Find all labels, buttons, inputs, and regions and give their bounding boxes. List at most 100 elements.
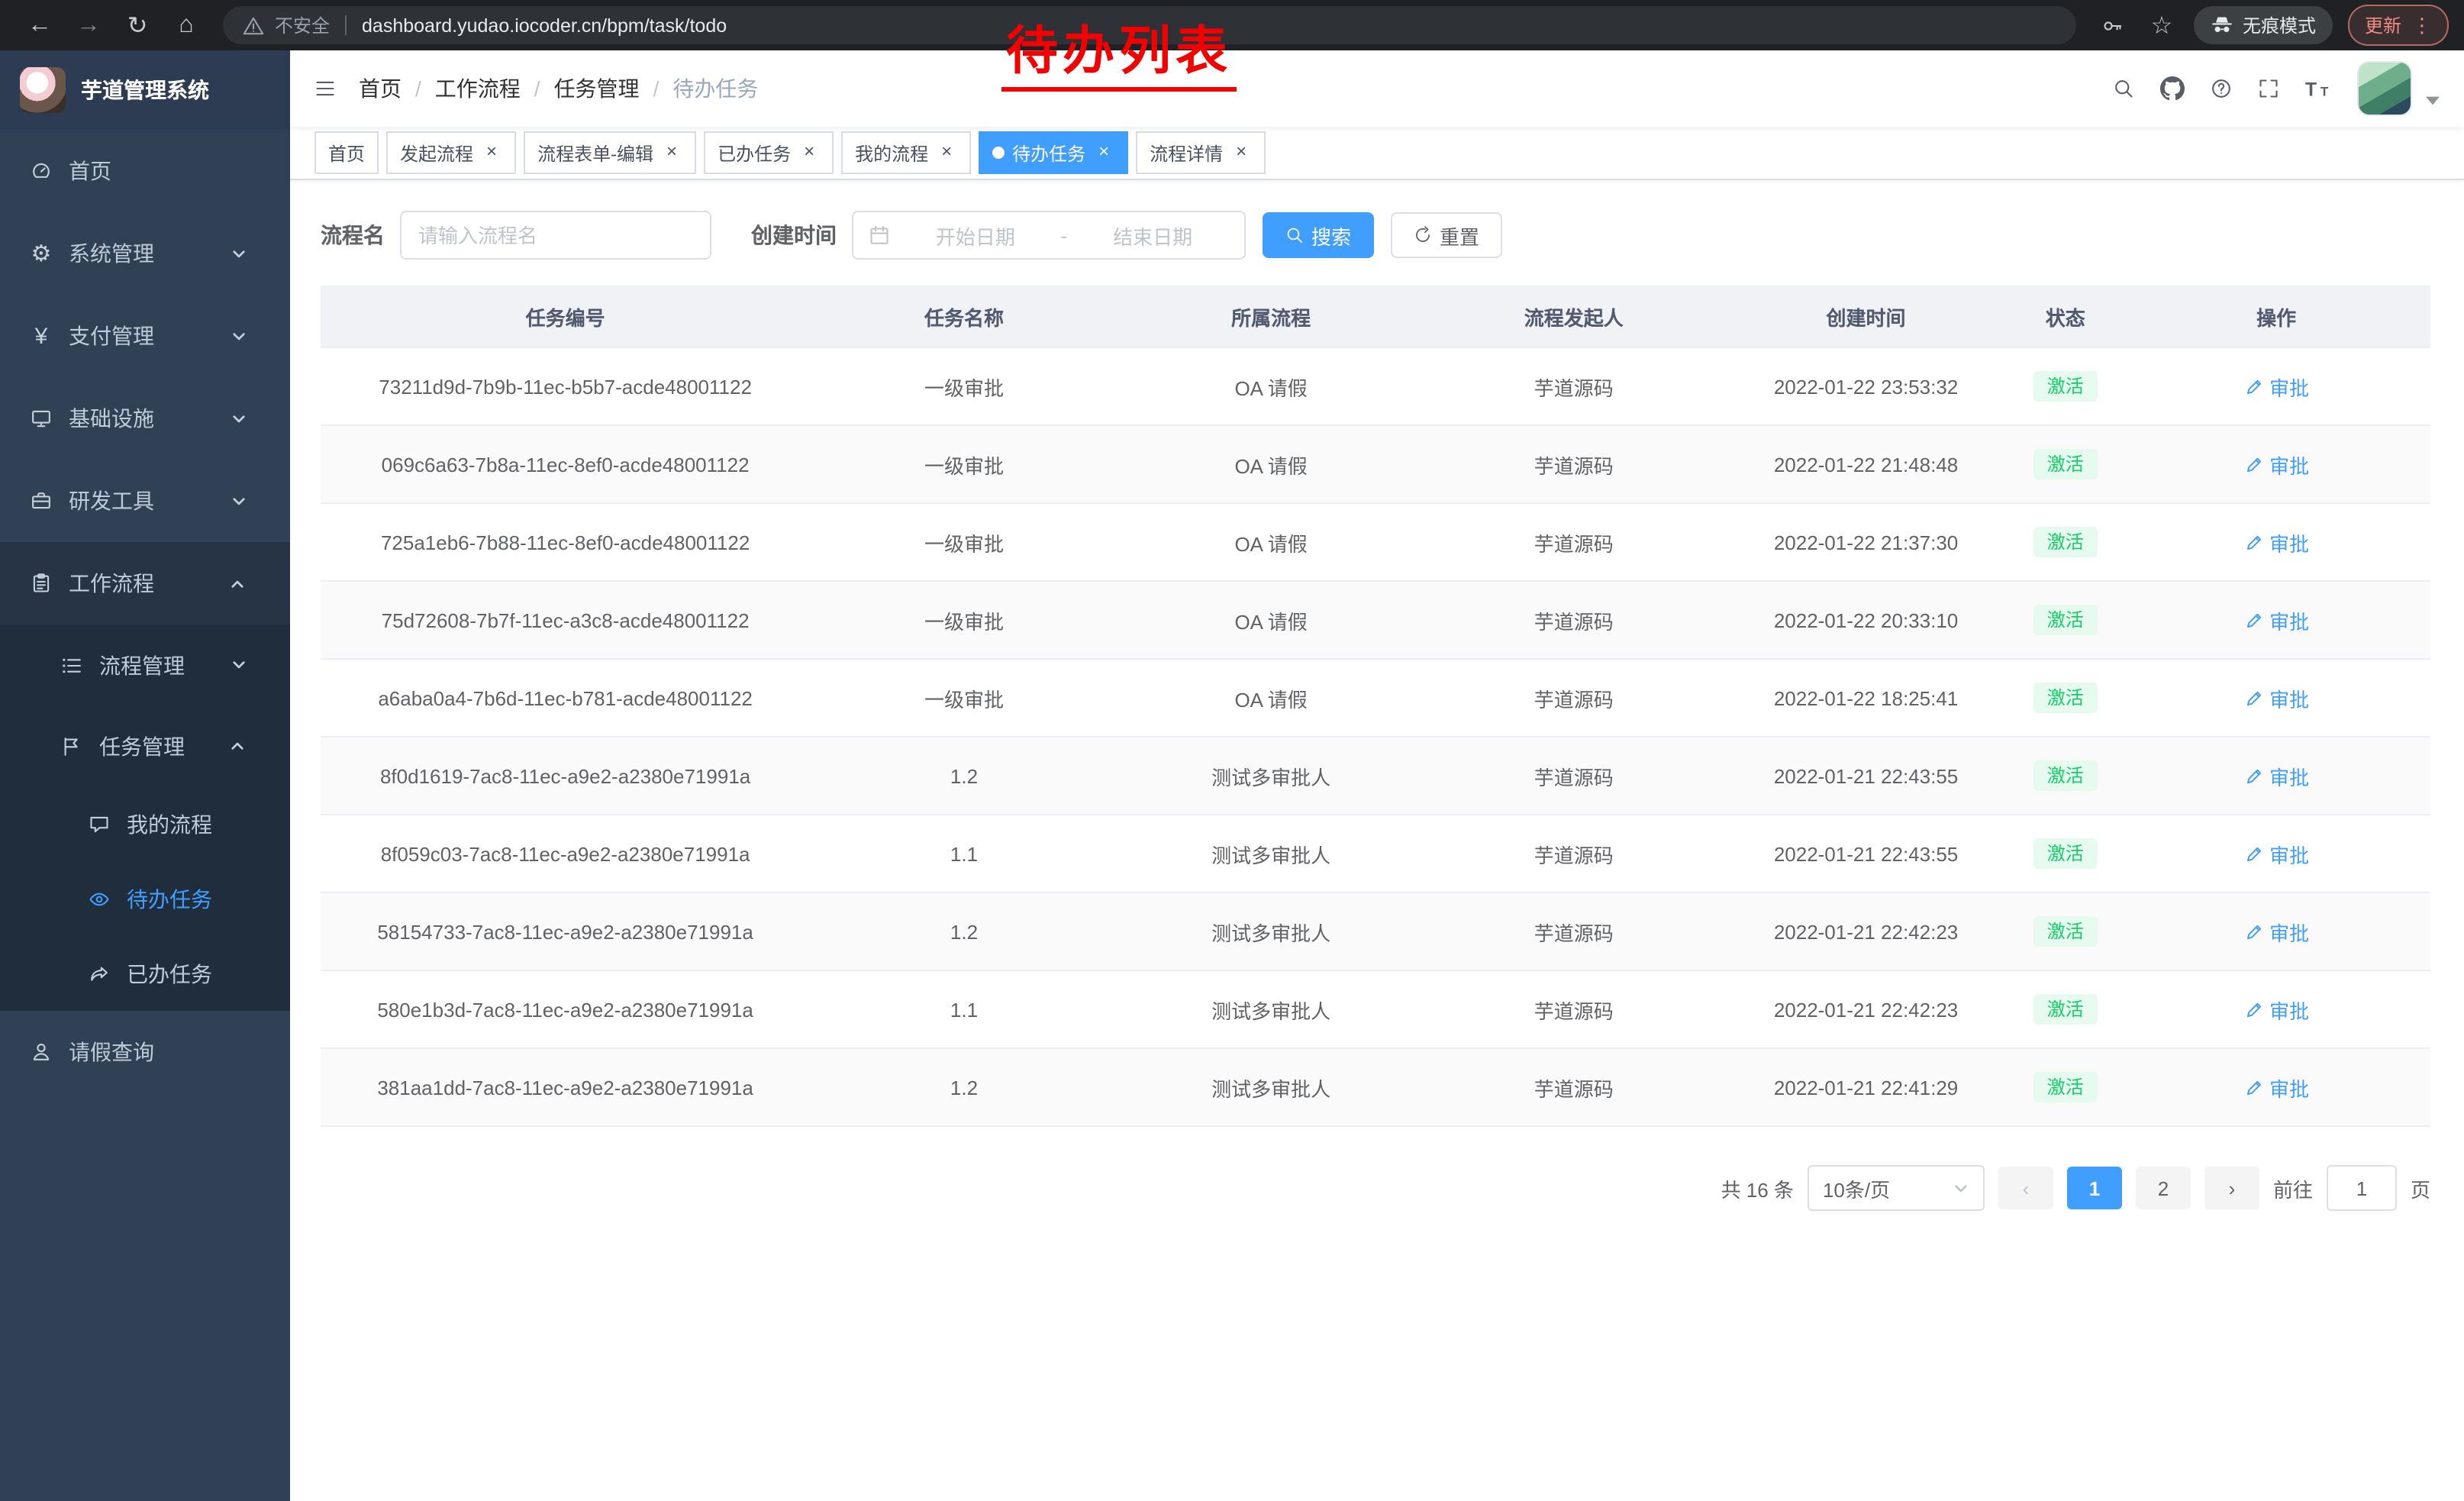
key-icon[interactable] — [2093, 5, 2133, 45]
status-badge: 激活 — [2033, 683, 2098, 714]
approve-link[interactable]: 审批 — [2243, 683, 2309, 712]
sidebar-item-task-mgmt[interactable]: 任务管理 — [0, 705, 290, 786]
sidebar-item-label: 工作流程 — [69, 568, 224, 599]
back-icon[interactable]: ← — [20, 5, 60, 45]
tab-process-detail[interactable]: 流程详情× — [1136, 131, 1266, 174]
process-name-input[interactable] — [400, 211, 711, 260]
cell-initiator: 芋道源码 — [1424, 581, 1724, 659]
status-badge: 激活 — [2033, 760, 2098, 792]
page-button-1[interactable]: 1 — [2067, 1167, 2122, 1209]
forward-icon[interactable]: → — [69, 5, 108, 45]
table-row: 381aa1dd-7ac8-11ec-a9e2-a2380e71991a1.2测… — [321, 1048, 2430, 1126]
tab-label: 已办任务 — [718, 140, 791, 166]
tab-label: 我的流程 — [855, 140, 928, 166]
tab-form-edit[interactable]: 流程表单-编辑× — [524, 131, 696, 174]
breadcrumb: 首页/工作流程/任务管理/待办任务 — [359, 73, 758, 104]
cell-initiator: 芋道源码 — [1424, 815, 1724, 893]
close-icon[interactable]: × — [1093, 142, 1114, 163]
pagination: 共 16 条 10条/页 ‹ 12 › 前往 页 — [321, 1165, 2430, 1211]
cell-process: 测试多审批人 — [1118, 1048, 1424, 1126]
approve-link[interactable]: 审批 — [2243, 605, 2309, 634]
approve-link[interactable]: 审批 — [2243, 1073, 2309, 1102]
page-suffix: 页 — [2411, 1173, 2430, 1202]
reload-icon[interactable]: ↻ — [118, 5, 157, 45]
sidebar-item-devtools[interactable]: 研发工具 — [0, 460, 290, 542]
status-badge: 激活 — [2033, 527, 2098, 558]
approve-link[interactable]: 审批 — [2243, 528, 2309, 557]
prev-page-button[interactable]: ‹ — [1998, 1167, 2053, 1209]
search-button-label: 搜索 — [1311, 221, 1351, 250]
reset-button[interactable]: 重置 — [1391, 212, 1502, 258]
bookmark-star-icon[interactable]: ☆ — [2142, 5, 2182, 45]
status-badge: 激活 — [2033, 838, 2098, 870]
hamburger-icon[interactable] — [314, 78, 336, 99]
font-size-icon[interactable]: TT — [2305, 78, 2331, 99]
update-button[interactable]: 更新 ⋮ — [2348, 5, 2449, 46]
close-icon[interactable]: × — [1230, 142, 1252, 163]
github-icon[interactable] — [2160, 76, 2185, 101]
approve-link[interactable]: 审批 — [2243, 372, 2309, 401]
approve-link[interactable]: 审批 — [2243, 761, 2309, 790]
approve-label: 审批 — [2269, 839, 2309, 868]
cell-created: 2022-01-22 20:33:10 — [1724, 581, 2008, 659]
logo[interactable]: 芋道管理系统 — [0, 50, 290, 130]
sidebar-item-label: 支付管理 — [69, 321, 224, 351]
avatar-caret-icon[interactable] — [2426, 96, 2440, 105]
tab-home[interactable]: 首页 — [314, 131, 379, 174]
dashboard-icon — [27, 160, 55, 182]
status-badge: 激活 — [2033, 605, 2098, 636]
sidebar-item-workflow[interactable]: 工作流程 — [0, 542, 290, 625]
search-icon[interactable] — [2113, 78, 2134, 99]
svg-text:T: T — [2305, 79, 2317, 99]
edit-icon — [2243, 766, 2263, 786]
sidebar-item-done-tasks[interactable]: 已办任务 — [0, 936, 290, 1011]
date-range-picker[interactable]: 开始日期 - 结束日期 — [852, 211, 1246, 260]
approve-label: 审批 — [2269, 917, 2309, 946]
home-icon[interactable]: ⌂ — [166, 5, 206, 45]
search-button[interactable]: 搜索 — [1263, 212, 1374, 258]
column-header: 状态 — [2008, 286, 2122, 347]
breadcrumb-item[interactable]: 工作流程 — [435, 73, 521, 104]
approve-link[interactable]: 审批 — [2243, 995, 2309, 1024]
cell-id: 069c6a63-7b8a-11ec-8ef0-acde48001122 — [321, 425, 810, 503]
close-icon[interactable]: × — [936, 142, 957, 163]
sidebar-item-payment[interactable]: ¥支付管理 — [0, 295, 290, 377]
sidebar-item-infrastructure[interactable]: 基础设施 — [0, 377, 290, 460]
sidebar-item-my-process[interactable]: 我的流程 — [0, 786, 290, 861]
tab-label: 发起流程 — [400, 140, 473, 166]
tab-done-tasks[interactable]: 已办任务 × — [704, 131, 834, 174]
approve-link[interactable]: 审批 — [2243, 917, 2309, 946]
close-icon[interactable]: × — [798, 142, 820, 163]
cell-action: 审批 — [2122, 815, 2430, 893]
tab-my-process[interactable]: 我的流程 × — [841, 131, 971, 174]
cell-process: OA 请假 — [1118, 503, 1424, 581]
tab-launch-process[interactable]: 发起流程 × — [386, 131, 516, 174]
close-icon[interactable]: × — [661, 142, 682, 163]
sidebar-item-leave-query[interactable]: 请假查询 — [0, 1011, 290, 1093]
sidebar-item-todo-tasks[interactable]: 待办任务 — [0, 861, 290, 936]
breadcrumb-separator: / — [653, 76, 660, 101]
process-name-label: 流程名 — [321, 220, 385, 250]
next-page-button[interactable]: › — [2204, 1167, 2259, 1209]
filter-bar: 流程名 创建时间 开始日期 - 结束日期 搜索 重 — [321, 211, 2430, 260]
approve-link[interactable]: 审批 — [2243, 450, 2309, 479]
sidebar-item-process-mgmt[interactable]: 流程管理 — [0, 625, 290, 705]
tab-todo-tasks[interactable]: 待办任务× — [979, 131, 1128, 174]
user-avatar[interactable] — [2357, 61, 2412, 116]
page-button-2[interactable]: 2 — [2136, 1167, 2191, 1209]
url-text: dashboard.yudao.iocoder.cn/bpm/task/todo — [362, 15, 727, 36]
approve-link[interactable]: 审批 — [2243, 839, 2309, 868]
menu-dots-icon[interactable]: ⋮ — [2412, 15, 2432, 35]
sidebar-item-system[interactable]: ⚙系统管理 — [0, 212, 290, 295]
help-icon[interactable] — [2211, 78, 2232, 99]
breadcrumb-item[interactable]: 首页 — [359, 73, 402, 104]
cell-id: 58154733-7ac8-11ec-a9e2-a2380e71991a — [321, 893, 810, 970]
edit-icon — [2243, 922, 2263, 941]
goto-page-input[interactable] — [2327, 1165, 2397, 1211]
fullscreen-icon[interactable] — [2258, 78, 2279, 99]
close-icon[interactable]: × — [481, 142, 502, 163]
page-size-select[interactable]: 10条/页 — [1808, 1165, 1985, 1211]
breadcrumb-item[interactable]: 任务管理 — [554, 73, 640, 104]
cell-status: 激活 — [2008, 893, 2122, 970]
sidebar-item-home[interactable]: 首页 — [0, 130, 290, 212]
